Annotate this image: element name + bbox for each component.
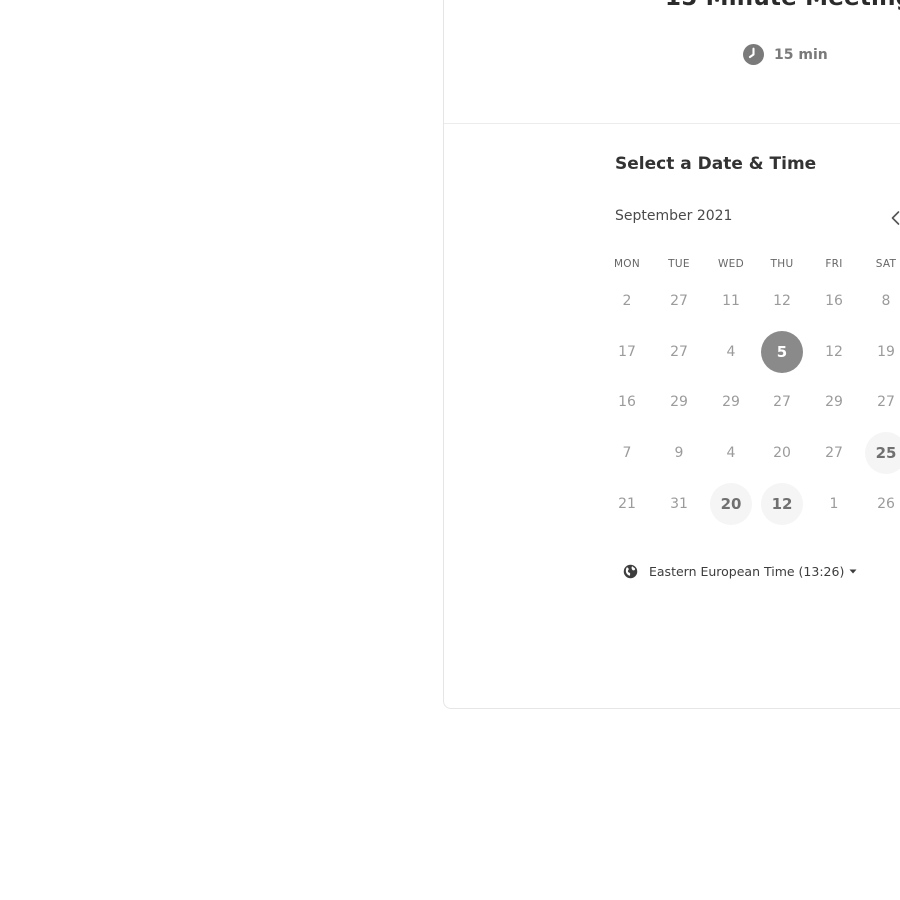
weekday-label-wed: WED [717, 258, 744, 270]
calendar-day: 12 [825, 344, 843, 360]
weekday-label-thu: THU [770, 258, 794, 270]
calendar-day: 21 [618, 496, 636, 512]
calendar-day: 16 [618, 394, 636, 410]
available-day[interactable]: 12 [761, 483, 803, 525]
calendar-day: 29 [670, 394, 688, 410]
page: 15 Minute Meeting 15 min Select a Date &… [0, 0, 900, 900]
weekday-label-sat: SAT [875, 258, 897, 270]
calendar-day: 19 [877, 344, 895, 360]
calendar-day: 2 [622, 293, 632, 309]
calendar-day: 7 [622, 445, 632, 461]
scheduling-card: 15 Minute Meeting 15 min Select a Date &… [443, 0, 900, 709]
calendar-day: 27 [825, 445, 843, 461]
timezone-selector[interactable]: Eastern European Time (13:26) [623, 564, 857, 579]
section-title: Select a Date & Time [615, 154, 817, 174]
calendar-day: 27 [670, 344, 688, 360]
calendar-day: 17 [618, 344, 636, 360]
calendar-day: 11 [722, 293, 740, 309]
calendar-day: 31 [670, 496, 688, 512]
calendar-day: 29 [825, 394, 843, 410]
calendar-day: 12 [773, 293, 791, 309]
calendar-day: 4 [726, 344, 736, 360]
calendar-day: 27 [670, 293, 688, 309]
clock-icon [743, 44, 764, 65]
timezone-label: Eastern European Time (13:26) [649, 564, 845, 579]
selected-day[interactable]: 5 [761, 331, 803, 373]
calendar-day: 27 [773, 394, 791, 410]
calendar-day: 26 [877, 496, 895, 512]
month-label: September 2021 [615, 208, 733, 224]
event-title: 15 Minute Meeting [665, 0, 900, 11]
calendar-day: 4 [726, 445, 736, 461]
calendar-day: 1 [829, 496, 839, 512]
weekday-label-fri: FRI [825, 258, 843, 270]
globe-icon [623, 564, 638, 579]
calendar-day: 9 [674, 445, 684, 461]
event-duration: 15 min [743, 44, 828, 65]
calendar-day: 8 [881, 293, 891, 309]
event-header: 15 Minute Meeting 15 min [444, 0, 900, 124]
calendar-day: 20 [773, 445, 791, 461]
calendar-day: 16 [825, 293, 843, 309]
caret-down-icon [849, 569, 857, 574]
weekday-label-tue: TUE [668, 258, 690, 270]
chevron-left-icon [891, 211, 900, 225]
calendar-day: 29 [722, 394, 740, 410]
duration-label: 15 min [774, 46, 828, 63]
available-day[interactable]: 20 [710, 483, 752, 525]
available-day[interactable]: 25 [865, 432, 900, 474]
weekday-label-mon: MON [613, 258, 641, 270]
calendar-day: 27 [877, 394, 895, 410]
prev-month-button[interactable] [888, 209, 900, 227]
